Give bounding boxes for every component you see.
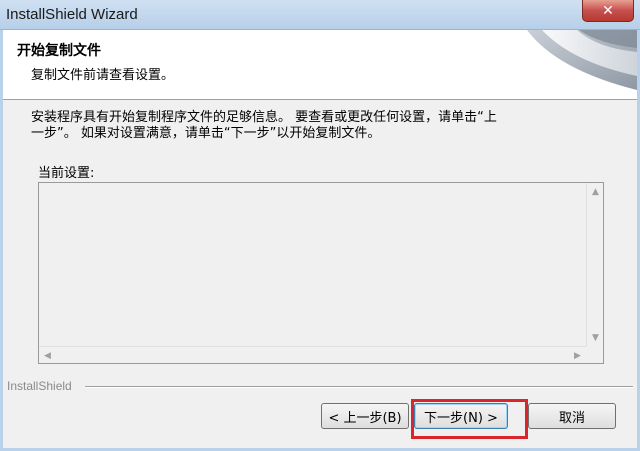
chevron-down-icon[interactable]: ▼ (587, 329, 604, 346)
chevron-left-icon[interactable]: ◀ (39, 347, 56, 364)
current-settings-label: 当前设置: (38, 166, 95, 181)
installshield-brand: InstallShield (7, 379, 72, 393)
next-button-highlight (411, 399, 528, 439)
close-icon: ✕ (602, 2, 614, 19)
vertical-scrollbar[interactable]: ▲ ▼ (586, 183, 603, 346)
horizontal-scrollbar[interactable]: ◀ ▶ (39, 346, 586, 363)
intro-line-2: 一步”。 如果对设置满意，请单击“下一步”以开始复制文件。 (31, 126, 381, 141)
separator-line (85, 386, 633, 388)
title-bar: InstallShield Wizard ✕ (0, 0, 640, 30)
header-subtitle: 复制文件前请查看设置。 (31, 68, 175, 83)
brand-separator: InstallShield (3, 379, 637, 395)
wizard-client-area: 开始复制文件 复制文件前请查看设置。 安装程序具有开始复制程序文件的足够信息。 … (3, 30, 637, 448)
intro-line-1: 安装程序具有开始复制程序文件的足够信息。 要查看或更改任何设置，请单击“上 (31, 110, 497, 125)
intro-text: 安装程序具有开始复制程序文件的足够信息。 要查看或更改任何设置，请单击“上 一步… (31, 110, 611, 142)
wizard-header: 开始复制文件 复制文件前请查看设置。 (3, 30, 637, 100)
chevron-up-icon[interactable]: ▲ (587, 183, 604, 200)
cancel-button[interactable]: 取消 (528, 403, 616, 429)
header-title: 开始复制文件 (17, 43, 101, 59)
scrollbar-corner (586, 346, 603, 363)
window-title: InstallShield Wizard (6, 6, 138, 23)
chevron-right-icon[interactable]: ▶ (569, 347, 586, 364)
close-button[interactable]: ✕ (582, 0, 634, 22)
back-button[interactable]: < 上一步(B) (321, 403, 409, 429)
page-curl-graphic (527, 30, 637, 90)
current-settings-textbox[interactable]: ▲ ▼ ◀ ▶ (38, 182, 604, 364)
